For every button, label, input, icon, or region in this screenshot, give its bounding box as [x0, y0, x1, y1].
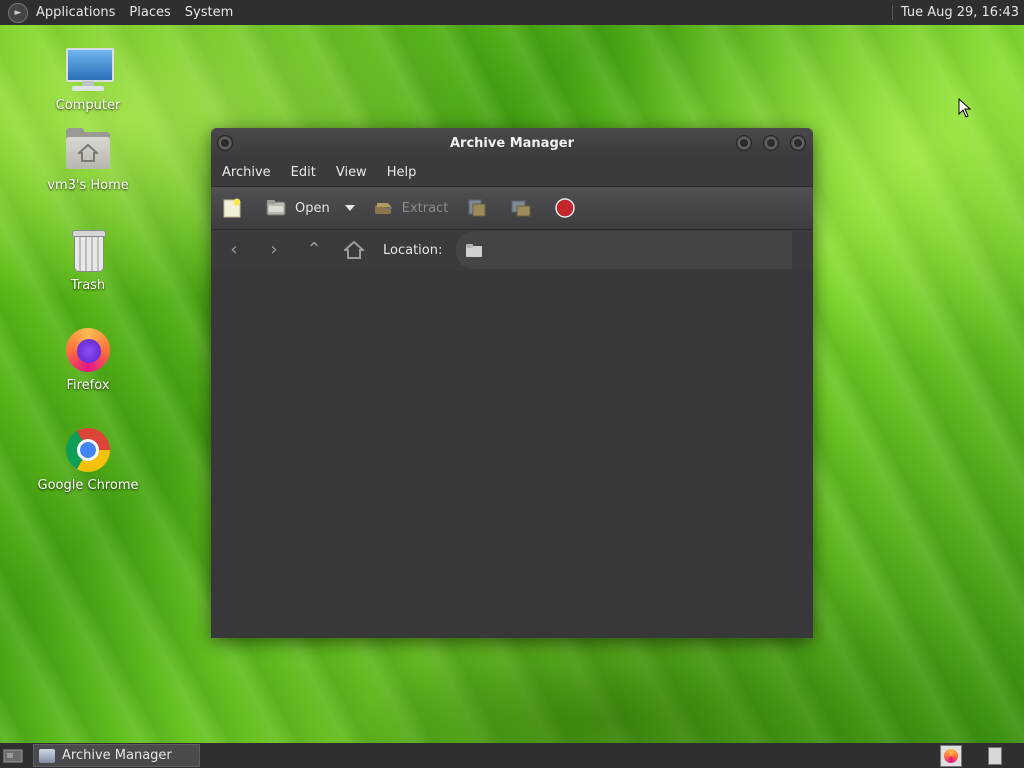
location-label: Location:	[383, 242, 443, 258]
menu-help[interactable]: Help	[387, 165, 417, 180]
open-button[interactable]: Open	[265, 197, 330, 219]
maximize-button[interactable]	[763, 135, 779, 151]
desktop-icon-firefox[interactable]: Firefox	[33, 326, 143, 393]
desktop-icon-label: Google Chrome	[37, 478, 139, 493]
close-button[interactable]	[790, 135, 806, 151]
open-label: Open	[295, 200, 330, 216]
desktop-icon-computer[interactable]: Computer	[33, 46, 143, 113]
location-bar: ‹ › ⌃ Location:	[211, 230, 813, 270]
add-folder-icon	[511, 200, 531, 217]
folder-icon	[466, 243, 483, 257]
menu-edit[interactable]: Edit	[291, 165, 316, 180]
add-files-button[interactable]	[466, 197, 496, 219]
home-button[interactable]	[342, 239, 366, 261]
archive-manager-window: Archive Manager Archive Edit View Help O…	[211, 128, 813, 638]
desktop-icon-label: vm3's Home	[47, 178, 129, 193]
places-menu[interactable]: Places	[129, 5, 170, 20]
bottom-panel: Archive Manager	[0, 743, 1024, 768]
clock[interactable]: Tue Aug 29, 16:43	[891, 5, 1019, 20]
home-icon	[342, 240, 366, 259]
toolbar: Open Extract	[211, 186, 813, 230]
window-titlebar[interactable]: Archive Manager	[211, 128, 813, 158]
firefox-icon	[64, 326, 112, 374]
extract-icon	[374, 203, 392, 214]
archive-manager-icon	[39, 748, 55, 763]
mate-logo-icon[interactable]: ►	[8, 2, 28, 23]
taskbar-button-archive-manager[interactable]: Archive Manager	[33, 744, 200, 767]
stop-button[interactable]	[554, 197, 584, 219]
new-archive-icon	[223, 198, 241, 218]
computer-icon	[64, 46, 114, 94]
trash-icon	[64, 226, 112, 274]
location-field[interactable]	[456, 231, 793, 269]
chevron-down-icon	[344, 205, 355, 211]
new-archive-button[interactable]	[221, 197, 251, 219]
back-icon: ‹	[230, 239, 238, 260]
add-files-icon	[468, 199, 486, 217]
extract-label: Extract	[401, 200, 449, 216]
workspace-switcher-1[interactable]	[940, 744, 962, 767]
home-folder-icon	[64, 126, 112, 174]
show-desktop-icon[interactable]	[3, 748, 23, 764]
add-folder-button[interactable]	[510, 197, 540, 219]
window-title: Archive Manager	[450, 135, 574, 151]
menu-archive[interactable]: Archive	[222, 165, 271, 180]
minimize-button[interactable]	[736, 135, 752, 151]
menu-view[interactable]: View	[336, 165, 367, 180]
forward-icon: ›	[270, 239, 278, 260]
mouse-cursor-icon	[958, 98, 972, 118]
desktop-icon-trash[interactable]: Trash	[33, 226, 143, 293]
desktop-icon-label: Firefox	[66, 378, 110, 393]
up-button[interactable]: ⌃	[303, 239, 325, 261]
taskbar-button-label: Archive Manager	[62, 748, 172, 763]
chrome-icon	[64, 426, 112, 474]
archive-contents-area[interactable]	[211, 271, 813, 638]
menubar: Archive Edit View Help	[211, 158, 813, 186]
forward-button[interactable]: ›	[263, 239, 285, 261]
desktop-icon-label: Computer	[55, 98, 121, 113]
applications-menu[interactable]: Applications	[36, 5, 115, 20]
back-button[interactable]: ‹	[223, 239, 245, 261]
desktop-icon-home[interactable]: vm3's Home	[33, 126, 143, 193]
window-menu-button[interactable]	[217, 135, 233, 151]
top-panel: ► Applications Places System Tue Aug 29,…	[0, 0, 1024, 25]
open-archive-icon	[266, 200, 286, 216]
extract-button[interactable]: Extract	[372, 197, 449, 219]
stop-icon	[555, 198, 576, 218]
desktop-icon-label: Trash	[70, 278, 106, 293]
open-dropdown-button[interactable]	[344, 204, 356, 212]
up-icon: ⌃	[306, 239, 322, 260]
desktop-icon-chrome[interactable]: Google Chrome	[33, 426, 143, 493]
firefox-icon	[944, 748, 958, 763]
workspace-switcher-2[interactable]	[988, 746, 1002, 765]
system-menu[interactable]: System	[185, 5, 233, 20]
